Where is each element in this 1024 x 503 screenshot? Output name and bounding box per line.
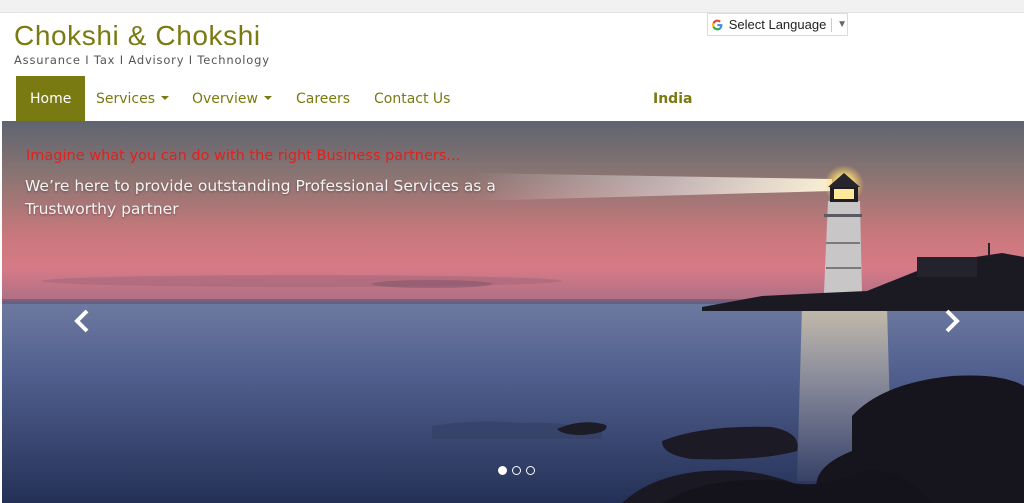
chevron-left-icon (74, 309, 89, 333)
google-g-icon (712, 19, 723, 30)
carousel-indicator-1[interactable] (498, 466, 507, 475)
carousel-prev-button[interactable] (67, 303, 97, 339)
language-label: Select Language (728, 17, 827, 32)
carousel-next-button[interactable] (937, 303, 967, 339)
brand-tagline: Assurance I Tax I Advisory I Technology (14, 53, 270, 67)
carousel-indicators (498, 466, 535, 475)
language-separator (831, 17, 833, 32)
nav-item-careers-label: Careers (296, 91, 351, 107)
chevron-right-icon (945, 309, 960, 333)
brand-logo[interactable]: Chokshi & Chokshi Assurance I Tax I Advi… (14, 20, 270, 67)
nav-item-contact-us-label: Contact Us (374, 91, 451, 107)
carousel-indicator-2[interactable] (512, 466, 521, 475)
hero-subtext: We’re here to provide outstanding Profes… (25, 177, 496, 218)
hero-headline: Imagine what you can do with the right B… (26, 148, 461, 164)
language-selector[interactable]: Select Language ▼ (707, 13, 848, 36)
dropdown-arrow-icon: ▼ (837, 19, 847, 30)
caret-down-icon (263, 96, 272, 100)
nav-item-services[interactable]: Services (96, 76, 170, 121)
nav-item-contact-us[interactable]: Contact Us (374, 76, 450, 121)
nav-item-overview-label: Overview (192, 91, 258, 107)
nav-item-services-label: Services (96, 91, 156, 107)
nav-item-home-label: Home (30, 91, 72, 107)
brand-name: Chokshi & Chokshi (14, 20, 261, 51)
main-nav: Home Services Overview Careers Contact U… (0, 76, 1024, 121)
hero-carousel: Imagine what you can do with the right B… (2, 121, 1024, 503)
nav-item-careers[interactable]: Careers (296, 76, 350, 121)
browser-top-strip (0, 0, 1024, 13)
caret-down-icon (161, 96, 170, 100)
region-label[interactable]: India (653, 76, 692, 121)
carousel-indicator-3[interactable] (526, 466, 535, 475)
nav-item-home[interactable]: Home (16, 76, 86, 121)
nav-item-overview[interactable]: Overview (192, 76, 272, 121)
